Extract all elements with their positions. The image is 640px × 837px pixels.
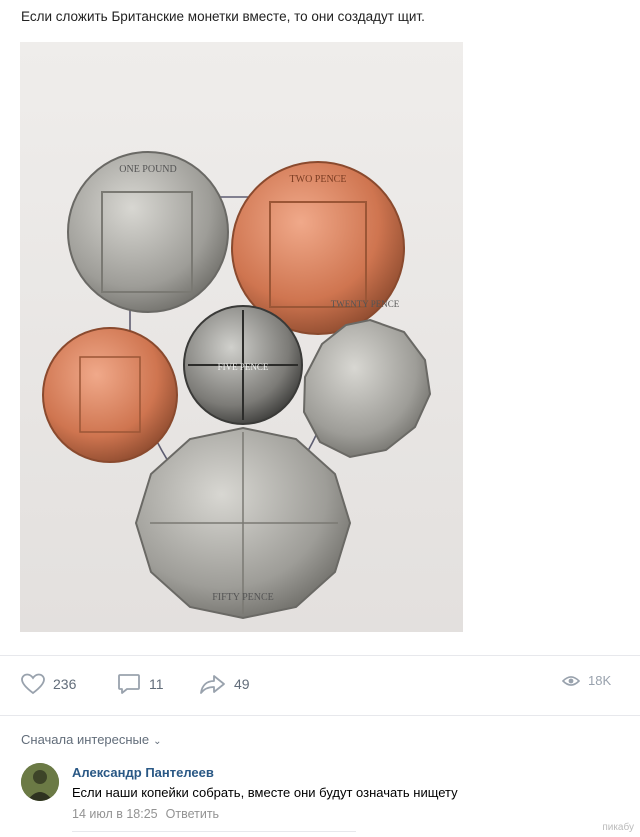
post-text: Если сложить Британские монетки вместе, … (21, 9, 425, 24)
coins-photo: ONE POUND TWO PENCE FIVE PENCE TWENTY PE… (20, 42, 463, 632)
comment-text: Если наши копейки собрать, вместе они бу… (72, 785, 458, 800)
post-actions: 236 11 49 18K (0, 655, 640, 716)
sort-label: Сначала интересные (21, 732, 150, 747)
like-button[interactable]: 236 (21, 673, 76, 695)
comment-author[interactable]: Александр Пантелеев (72, 765, 214, 780)
five-pence-coin: FIVE PENCE (183, 305, 303, 425)
divider (0, 715, 640, 716)
like-count: 236 (53, 676, 77, 692)
post-photo[interactable]: ONE POUND TWO PENCE FIVE PENCE TWENTY PE… (20, 42, 463, 632)
share-button[interactable]: 49 (200, 673, 250, 695)
comment-count: 11 (149, 676, 164, 692)
comment-time[interactable]: 14 июл в 18:25 (72, 807, 158, 821)
svg-text:FIFTY PENCE: FIFTY PENCE (212, 592, 274, 603)
views-counter: 18K (562, 673, 611, 688)
comment-button[interactable]: 11 (117, 673, 164, 695)
reply-button[interactable]: Ответить (166, 807, 219, 821)
svg-text:ONE POUND: ONE POUND (119, 164, 177, 175)
svg-text:TWO PENCE: TWO PENCE (290, 174, 347, 185)
comment-icon (118, 674, 140, 694)
heart-icon (21, 673, 45, 695)
comment-meta: 14 июл в 18:25 Ответить (72, 807, 219, 821)
share-count: 49 (234, 676, 250, 692)
avatar[interactable] (21, 763, 59, 801)
chevron-down-icon: ⌄ (153, 736, 162, 747)
comments-sort-dropdown[interactable]: Сначала интересные ⌄ (21, 732, 162, 747)
one-pound-coin: ONE POUND (67, 151, 229, 313)
avatar-image (21, 763, 59, 801)
svg-text:TWENTY PENCE: TWENTY PENCE (331, 299, 400, 309)
one-penny-coin (42, 327, 178, 463)
eye-icon (562, 675, 580, 686)
comment-divider (72, 831, 356, 832)
watermark: пикабу (602, 822, 634, 833)
share-icon (200, 675, 225, 694)
views-count: 18K (588, 673, 612, 688)
svg-text:FIVE PENCE: FIVE PENCE (218, 362, 269, 372)
